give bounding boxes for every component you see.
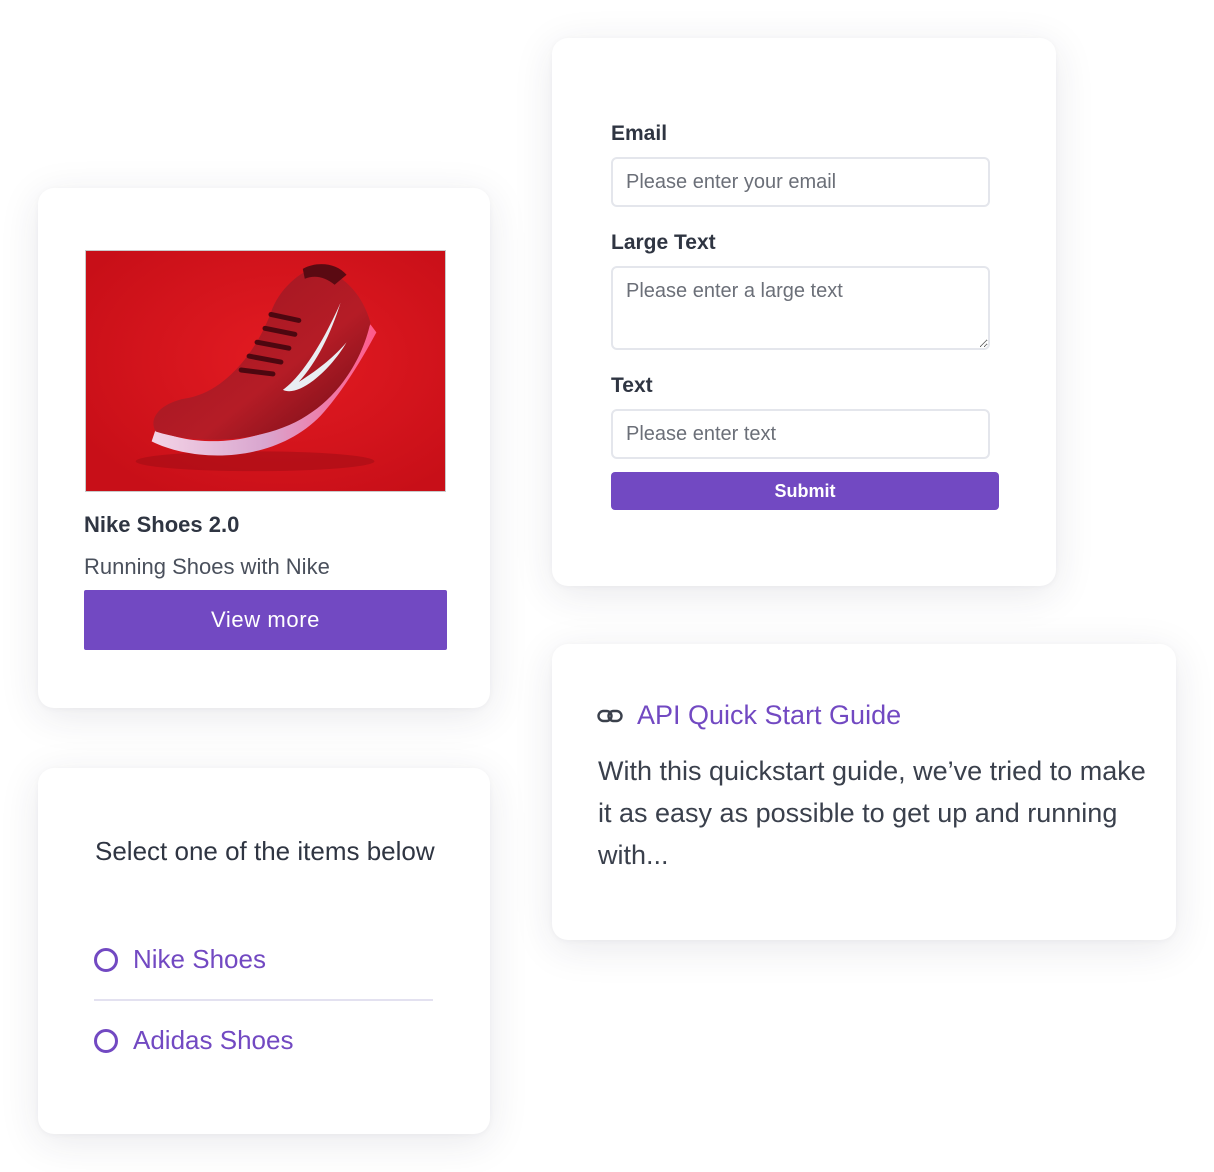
radio-circle-icon[interactable]: [94, 1028, 118, 1053]
radio-divider: [94, 999, 433, 1001]
product-image: [85, 250, 446, 492]
radio-option-label[interactable]: Nike Shoes: [133, 944, 266, 975]
view-more-button[interactable]: View more: [84, 590, 447, 650]
radio-circle-icon[interactable]: [94, 947, 118, 972]
radio-option-nike[interactable]: Nike Shoes: [94, 944, 266, 975]
radio-card: Select one of the items below Nike Shoes…: [38, 768, 490, 1134]
radio-option-label[interactable]: Adidas Shoes: [133, 1025, 293, 1056]
product-card: Nike Shoes 2.0 Running Shoes with Nike V…: [38, 188, 490, 708]
text-field[interactable]: [611, 409, 990, 459]
submit-button[interactable]: Submit: [611, 472, 999, 510]
text-label: Text: [611, 374, 653, 397]
link-card: API Quick Start Guide With this quicksta…: [552, 644, 1176, 940]
form-card: Email Large Text Text Submit: [552, 38, 1056, 586]
link-title[interactable]: API Quick Start Guide: [637, 700, 901, 731]
radio-option-adidas[interactable]: Adidas Shoes: [94, 1025, 293, 1056]
radio-prompt: Select one of the items below: [95, 836, 435, 866]
large-text-field[interactable]: [611, 266, 990, 350]
product-title: Nike Shoes 2.0: [84, 512, 240, 537]
shoe-illustration: [86, 251, 445, 491]
email-field[interactable]: [611, 157, 990, 207]
api-guide-link[interactable]: API Quick Start Guide: [597, 700, 901, 731]
email-label: Email: [611, 122, 668, 145]
link-description: With this quickstart guide, we’ve tried …: [598, 756, 1146, 870]
link-icon: [597, 709, 623, 722]
product-subtitle: Running Shoes with Nike: [84, 554, 330, 579]
large-text-label: Large Text: [611, 231, 716, 254]
